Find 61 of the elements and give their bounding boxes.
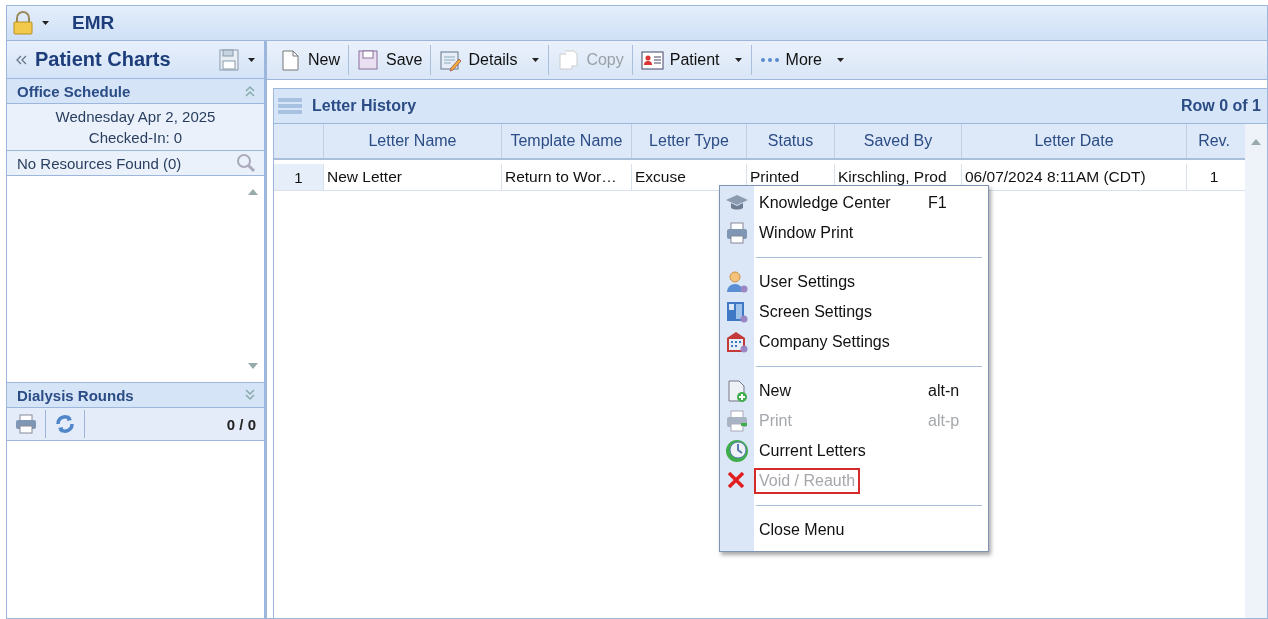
dropdown-caret-icon [247, 56, 256, 63]
panel-title: Letter History [312, 97, 417, 115]
printer-icon[interactable] [15, 414, 37, 434]
column-header[interactable]: Letter Date [961, 124, 1186, 158]
expand-icon[interactable] [244, 389, 256, 401]
resources-status: No Resources Found (0) [17, 154, 182, 172]
column-header[interactable]: Template Name [501, 124, 631, 158]
menu-item[interactable]: Knowledge Center F1 [720, 188, 988, 218]
menu-item[interactable]: Screen Settings [720, 297, 988, 327]
column-header[interactable]: Rev. [1186, 124, 1241, 158]
scroll-up-icon [247, 188, 259, 196]
scroll-down-icon [247, 362, 259, 370]
dots-icon [759, 57, 780, 63]
user-gear-icon [725, 270, 749, 294]
section-title: Office Schedule [17, 82, 131, 100]
app-title: EMR [72, 12, 115, 34]
printer-icon [725, 409, 749, 433]
checked-in-count: Checked-In: 0 [87, 128, 184, 148]
column-header[interactable]: Letter Type [631, 124, 746, 158]
refresh-icon[interactable] [54, 413, 76, 435]
rounds-count: 0 / 0 [226, 415, 256, 433]
document-icon [279, 48, 302, 72]
menu-icon[interactable] [278, 97, 302, 115]
toolbar-button[interactable]: New [271, 44, 348, 76]
menu-item[interactable]: User Settings [720, 267, 988, 297]
menu-item[interactable]: New alt-n [720, 376, 988, 406]
printer-icon [725, 221, 749, 245]
toolbar-button[interactable]: More [751, 44, 853, 76]
dropdown-caret-icon [41, 20, 50, 26]
copy-icon [557, 48, 581, 72]
collapse-icon[interactable] [15, 53, 27, 66]
layout-gear-icon [725, 300, 749, 324]
column-header[interactable]: Letter Name [323, 124, 501, 158]
row-number: 1 [274, 164, 323, 190]
table-cell: Return to Wor… [501, 164, 631, 190]
highlight-box: Void / Reauth [754, 468, 861, 494]
toolbar-button[interactable]: Patient [632, 44, 751, 76]
menu-item[interactable]: Window Print [720, 218, 988, 248]
lock-icon [13, 11, 33, 35]
scroll-up-icon [1250, 138, 1262, 146]
save-icon[interactable] [219, 48, 239, 71]
menu-item[interactable]: Close Menu [720, 515, 988, 545]
toolbar-button[interactable]: Details [431, 44, 549, 76]
clock-icon [725, 439, 749, 463]
new-document-icon [725, 379, 749, 403]
schedule-date: Wednesday Apr 2, 2025 [54, 107, 217, 127]
toolbar-button[interactable]: Save [349, 44, 431, 76]
collapse-icon[interactable] [244, 85, 256, 97]
table-cell: 1 [1186, 164, 1241, 190]
row-counter: Row 0 of 1 [1181, 97, 1261, 115]
section-title: Dialysis Rounds [17, 386, 134, 404]
menu-item[interactable]: Company Settings [720, 327, 988, 357]
id-card-icon [640, 48, 664, 72]
column-header[interactable]: Saved By [834, 124, 961, 158]
column-header[interactable]: Status [746, 124, 834, 158]
menu-item[interactable]: Current Letters [720, 436, 988, 466]
search-icon[interactable] [236, 153, 256, 173]
building-gear-icon [725, 330, 749, 354]
table-cell: New Letter [323, 164, 501, 190]
panel-title: Patient Charts [35, 48, 172, 71]
notepad-pencil-icon [439, 48, 463, 72]
